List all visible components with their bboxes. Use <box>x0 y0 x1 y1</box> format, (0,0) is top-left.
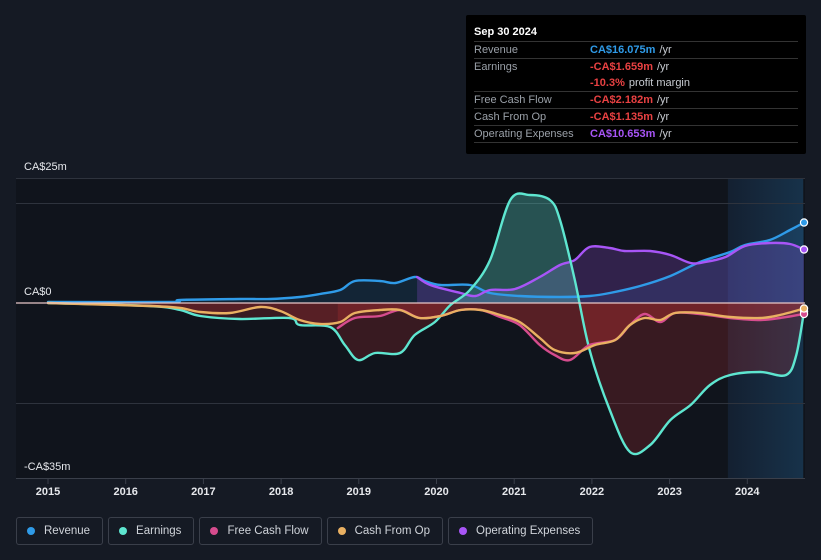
x-tick-label: 2020 <box>424 486 448 498</box>
tooltip-row: Cash From Op -CA$1.135m/yr <box>474 109 798 126</box>
legend-label: Earnings <box>136 525 182 537</box>
tooltip: Sep 30 2024 Revenue CA$16.075m/yr Earnings… <box>466 15 806 154</box>
legend-item-cash-from-op[interactable]: Cash From Op <box>326 517 444 545</box>
x-axis-ticks: 2015 2016 2017 2018 2019 2020 2021 2022 2023 2024 <box>36 479 760 498</box>
legend-label: Operating Expenses <box>476 525 581 537</box>
x-tick-label: 2021 <box>502 486 526 498</box>
tooltip-label: Free Cash Flow <box>474 94 552 106</box>
tooltip-unit: /yr <box>659 128 672 140</box>
y-tick-label: CA$25m <box>24 161 67 173</box>
legend-dot-icon <box>337 527 346 535</box>
legend-item-earnings[interactable]: Earnings <box>108 517 195 545</box>
x-tick-label: 2024 <box>735 486 760 498</box>
operating-expenses-end-marker <box>799 245 809 254</box>
tooltip-row: Revenue CA$16.075m/yr <box>474 42 798 59</box>
x-tick-label: 2023 <box>657 486 681 498</box>
legend-label: Revenue <box>44 525 91 537</box>
tooltip-unit: /yr <box>656 94 670 106</box>
tooltip-row: -10.3% profit margin <box>474 75 798 92</box>
tooltip-label <box>474 75 590 91</box>
tooltip-row: Free Cash Flow -CA$2.182m/yr <box>474 92 798 109</box>
tooltip-value: CA$10.653m <box>590 128 656 140</box>
tooltip-value: -CA$2.182m <box>590 94 653 106</box>
legend-dot-icon <box>210 527 219 535</box>
tooltip-label: Earnings <box>474 61 518 73</box>
x-tick-label: 2016 <box>113 486 137 498</box>
legend-dot-icon <box>119 527 128 535</box>
cash-from-op-end-marker <box>799 304 809 313</box>
x-tick-label: 2022 <box>580 486 604 498</box>
tooltip-row: Operating Expenses CA$10.653m/yr <box>474 126 798 143</box>
tooltip-value: -CA$1.659m <box>590 61 653 73</box>
tooltip-unit: profit margin <box>628 77 690 89</box>
legend-dot-icon <box>27 527 35 535</box>
tooltip-label: Cash From Op <box>474 111 547 123</box>
tooltip-label: Operating Expenses <box>474 128 574 140</box>
tooltip-unit: /yr <box>656 111 670 123</box>
legend-item-operating-expenses[interactable]: Operating Expenses <box>448 517 594 545</box>
tooltip-row: Earnings -CA$1.659m/yr <box>474 59 798 75</box>
tooltip-unit: /yr <box>656 61 670 73</box>
y-tick-label: -CA$35m <box>24 461 70 473</box>
legend-item-free-cash-flow[interactable]: Free Cash Flow <box>199 517 322 545</box>
legend-item-revenue[interactable]: Revenue <box>16 517 104 545</box>
x-tick-label: 2015 <box>36 486 60 498</box>
x-tick-label: 2017 <box>191 486 215 498</box>
tooltip-value: CA$16.075m <box>590 44 656 56</box>
tooltip-label: Revenue <box>474 44 519 56</box>
legend: Revenue Earnings Free Cash Flow Cash From O… <box>16 517 594 545</box>
tooltip-unit: /yr <box>659 44 672 56</box>
tooltip-value: -CA$1.135m <box>590 111 653 123</box>
tooltip-date: Sep 30 2024 <box>474 23 798 42</box>
legend-label: Free Cash Flow <box>227 525 309 537</box>
legend-dot-icon <box>459 527 468 535</box>
y-tick-label: CA$0 <box>24 286 52 298</box>
legend-label: Cash From Op <box>354 525 431 537</box>
revenue-end-marker <box>799 218 809 227</box>
x-tick-label: 2018 <box>269 486 293 498</box>
tooltip-value: -10.3% <box>590 77 625 89</box>
x-tick-label: 2019 <box>347 486 371 498</box>
